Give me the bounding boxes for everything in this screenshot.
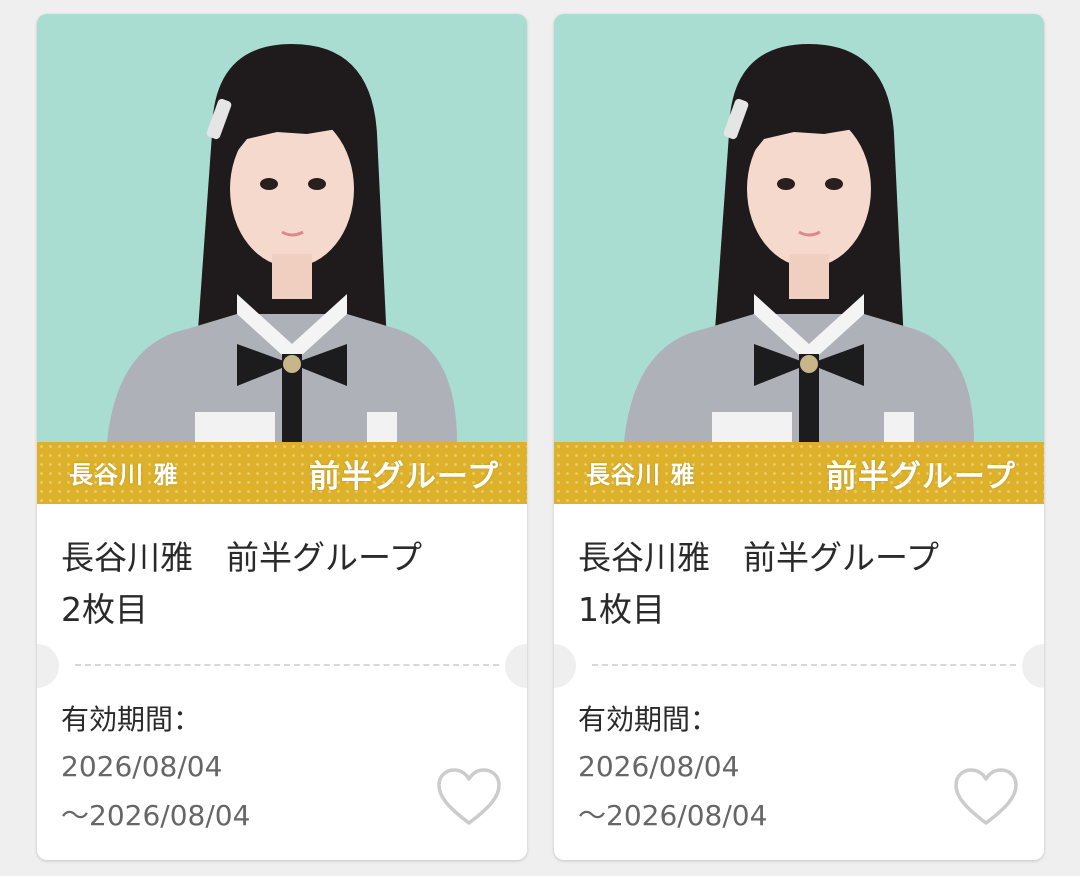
validity-label: 有効期間： bbox=[578, 703, 719, 736]
ticket-title-line1: 長谷川雅 前半グループ bbox=[578, 538, 940, 577]
perforation-divider bbox=[592, 664, 1016, 666]
ticket-card[interactable]: 長谷川 雅 前半グループ 長谷川雅 前半グループ 2枚目 有効期間： 2026/… bbox=[37, 14, 527, 860]
ticket-notch-right bbox=[505, 644, 527, 688]
member-photo bbox=[37, 14, 527, 442]
ticket-notch-left bbox=[37, 644, 59, 688]
banner-member-name: 長谷川 雅 bbox=[586, 461, 696, 489]
perforation-divider bbox=[75, 664, 499, 666]
banner-group-label: 前半グループ bbox=[308, 459, 499, 495]
ticket-title-line2: 2枚目 bbox=[61, 590, 148, 629]
ticket-title: 長谷川雅 前半グループ 1枚目 bbox=[578, 532, 1028, 636]
validity-end-date: ～2026/08/04 bbox=[578, 799, 768, 832]
banner-group-label: 前半グループ bbox=[825, 459, 1016, 495]
member-photo bbox=[554, 14, 1044, 442]
ticket-notch-right bbox=[1022, 644, 1044, 688]
validity-end-date: ～2026/08/04 bbox=[61, 799, 251, 832]
validity-label: 有効期間： bbox=[61, 703, 202, 736]
ticket-title-line1: 長谷川雅 前半グループ bbox=[61, 538, 423, 577]
validity-start-date: 2026/08/04 bbox=[61, 750, 223, 783]
validity-start-date: 2026/08/04 bbox=[578, 750, 740, 783]
ticket-title-line2: 1枚目 bbox=[578, 590, 665, 629]
favorite-button[interactable] bbox=[952, 766, 1020, 828]
heart-outline-icon bbox=[954, 768, 1018, 825]
ticket-title: 長谷川雅 前半グループ 2枚目 bbox=[61, 532, 511, 636]
banner-member-name: 長谷川 雅 bbox=[69, 461, 179, 489]
ticket-notch-left bbox=[554, 644, 576, 688]
favorite-button[interactable] bbox=[435, 766, 503, 828]
member-banner: 長谷川 雅 前半グループ bbox=[37, 442, 527, 504]
member-banner: 長谷川 雅 前半グループ bbox=[554, 442, 1044, 504]
heart-outline-icon bbox=[437, 768, 501, 825]
ticket-card[interactable]: 長谷川 雅 前半グループ 長谷川雅 前半グループ 1枚目 有効期間： 2026/… bbox=[554, 14, 1044, 860]
